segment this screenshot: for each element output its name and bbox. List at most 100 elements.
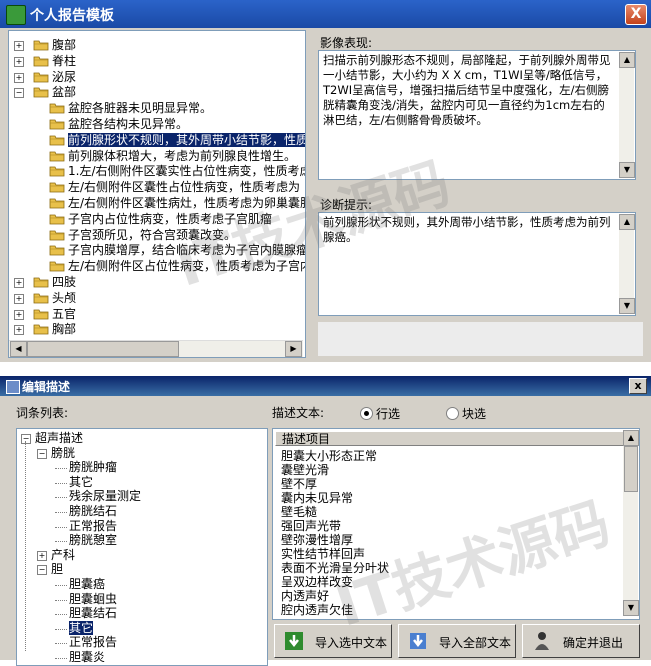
tree-item[interactable]: 膀胱结石	[69, 504, 117, 519]
tree-connector-line	[55, 614, 67, 616]
row-select-radio[interactable]	[360, 407, 373, 420]
tree-expander-icon[interactable]: −	[37, 565, 47, 576]
list-item[interactable]: 壁弥漫性增厚	[281, 533, 353, 547]
tree-item-label: 四肢	[52, 275, 77, 289]
tree-category-item[interactable]: 四肢	[33, 274, 76, 290]
tree-item-label: 前列腺体积增大，考虑为前列腺良性增生。	[68, 148, 297, 163]
term-tree[interactable]: − 超声描述 − 膀胱 膀胱肿瘤 其它 残余尿量测定 膀胱结石 正常报告 膀胱憩室 + 产科 − 胆胆囊癌…	[16, 428, 268, 666]
list-item[interactable]: 内透声好	[281, 589, 329, 603]
tree-item[interactable]: 正常报告	[69, 519, 117, 534]
imaging-textarea[interactable]: 扫描示前列腺形态不规则，局部隆起，于前列腺外周带见一小结节影，大小约为 X X …	[318, 50, 636, 180]
tree-item-label: 子宫内膜增厚，结合临床考虑为子宫内膜腺瘤	[68, 243, 306, 258]
tree-item[interactable]: 超声描述	[35, 431, 83, 446]
tree-template-item[interactable]: 盆腔各结构未见异常。	[49, 116, 188, 132]
tree-template-item[interactable]: 子宫内占位性病变，性质考虑子宫肌瘤	[49, 211, 272, 227]
import-all-button[interactable]: 导入全部文本	[398, 624, 516, 658]
import-arrow-icon	[285, 632, 303, 650]
list-item[interactable]: 壁毛糙	[281, 505, 317, 519]
tree-item[interactable]: 胆	[51, 562, 63, 577]
tree-expander-icon[interactable]: +	[14, 41, 24, 51]
imaging-scrollbar[interactable]: ▲ ▼	[619, 52, 635, 178]
tree-item[interactable]: 胆囊蛔虫	[69, 592, 117, 607]
tree-template-item[interactable]: 左/右侧附件区囊性病灶，性质考虑为卵巢囊肌	[49, 195, 305, 211]
close-button[interactable]: x	[629, 378, 647, 394]
folder-icon	[49, 213, 65, 225]
list-item[interactable]: 强回声光带	[281, 519, 341, 533]
list-item[interactable]: 囊壁光滑	[281, 463, 329, 477]
scroll-thumb[interactable]	[624, 446, 638, 492]
tree-item[interactable]: 胆囊结石	[69, 606, 117, 621]
tree-item[interactable]: 膀胱	[51, 446, 75, 461]
tree-template-item[interactable]: 前列腺形状不规则，其外周带小结节影，性质	[49, 132, 305, 148]
import-selected-button[interactable]: 导入选中文本	[274, 624, 392, 658]
tree-template-item[interactable]: 子宫颈所见，符合宫颈囊改变。	[49, 227, 236, 243]
list-item[interactable]: 壁不厚	[281, 477, 317, 491]
diagnosis-label: 诊断提示:	[320, 198, 373, 212]
tree-expander-icon[interactable]: +	[14, 56, 24, 67]
scroll-down-icon[interactable]: ▼	[623, 600, 639, 616]
tree-template-item[interactable]: 前列腺体积增大，考虑为前列腺良性增生。	[49, 148, 296, 164]
close-button[interactable]: X	[625, 4, 647, 25]
tree-item-label: 膀胱	[51, 445, 76, 460]
tree-category-item[interactable]: 五官	[33, 306, 76, 322]
diagnosis-scrollbar[interactable]: ▲ ▼	[619, 214, 635, 314]
tree-item-label: 正常报告	[69, 518, 118, 533]
tree-connector-line	[55, 541, 67, 543]
tree-category-item[interactable]: 头颅	[33, 290, 76, 306]
tree-expander-icon[interactable]: +	[14, 293, 24, 304]
tree-category-item[interactable]: 盆部	[33, 84, 76, 100]
tree-item[interactable]: 膀胱肿瘤	[69, 460, 117, 475]
tree-item[interactable]: 胆囊炎	[69, 650, 105, 665]
scroll-down-icon[interactable]: ▼	[619, 162, 635, 178]
tree-expander-icon[interactable]: +	[14, 309, 24, 320]
user-exit-icon	[535, 632, 549, 650]
scroll-up-icon[interactable]: ▲	[623, 430, 639, 446]
confirm-exit-button[interactable]: 确定并退出	[522, 624, 640, 658]
block-select-radio[interactable]	[446, 407, 459, 420]
list-item[interactable]: 囊内未见异常	[281, 491, 353, 505]
scroll-left-icon[interactable]: ◀	[10, 341, 27, 357]
tree-category-item[interactable]: 腹部	[33, 37, 76, 53]
description-list[interactable]: 描述项目 胆囊大小形态正常 囊壁光滑 壁不厚 囊内未见异常 壁毛糙 强回声光带 壁弥漫性增厚…	[272, 428, 640, 620]
tree-expander-icon[interactable]: −	[37, 448, 47, 459]
tree-template-item[interactable]: 左/右侧附件区囊性占位性病变，性质考虑为	[49, 179, 300, 195]
scroll-up-icon[interactable]: ▲	[619, 52, 635, 68]
list-item[interactable]: 实性结节样回声	[281, 547, 365, 561]
tree-item-label: 残余尿量测定	[69, 489, 142, 504]
tree-category-item[interactable]: 脊柱	[33, 53, 76, 69]
tree-template-item[interactable]: 1.左/右侧附件区囊实性占位性病变，性质考虑	[49, 163, 305, 179]
list-item[interactable]: 呈双边样改变	[281, 575, 353, 589]
scroll-thumb[interactable]	[27, 341, 179, 357]
tree-item[interactable]: 产科	[51, 548, 75, 563]
tree-expander-icon[interactable]: −	[14, 88, 24, 99]
tree-expander-icon[interactable]: +	[14, 278, 24, 288]
tree-expander-icon[interactable]: −	[21, 434, 31, 444]
tree-template-item[interactable]: 盆腔各脏器未见明显异常。	[49, 100, 212, 116]
tree-category-item[interactable]: 胸部	[33, 321, 76, 337]
tree-item[interactable]: 膀胱憩室	[69, 533, 117, 548]
tree-item[interactable]: 其它	[69, 475, 93, 490]
tree-item[interactable]: 残余尿量测定	[69, 489, 141, 504]
tree-category-item[interactable]: 泌尿	[33, 69, 76, 85]
tree-template-item[interactable]: 子宫内膜增厚，结合临床考虑为子宫内膜腺瘤	[49, 242, 306, 258]
scroll-right-icon[interactable]: ▶	[285, 341, 302, 357]
tree-template-item[interactable]: 左/右侧附件区占位性病变，性质考虑为子宫内	[49, 258, 305, 274]
tree-item[interactable]: 正常报告	[69, 635, 117, 650]
template-tree[interactable]: + 腹部 + 脊柱 + 泌尿 − 盆部 盆腔各脏器未见明显异常。 盆腔各结构未见异常。 前列腺形状不…	[8, 30, 306, 358]
list-header[interactable]: 描述项目	[275, 431, 625, 446]
tree-expander-icon[interactable]: +	[14, 325, 24, 336]
scroll-down-icon[interactable]: ▼	[619, 298, 635, 314]
tree-item-label: 产科	[51, 547, 76, 562]
scroll-up-icon[interactable]: ▲	[619, 214, 635, 230]
list-item[interactable]: 腔内透声欠佳	[281, 603, 353, 617]
tree-item-label: 胆囊癌	[69, 577, 106, 591]
tree-item[interactable]: 其它	[67, 619, 95, 636]
tree-item[interactable]: 胆囊癌	[69, 577, 105, 592]
tree-horizontal-scrollbar[interactable]: ◀ ▶	[9, 340, 303, 357]
diagnosis-textarea[interactable]: 前列腺形状不规则，其外周带小结节影，性质考虑为前列腺癌。 ▲ ▼	[318, 212, 636, 316]
list-item[interactable]: 表面不光滑呈分叶状	[281, 561, 389, 575]
list-item[interactable]: 胆囊大小形态正常	[281, 449, 377, 463]
list-scrollbar[interactable]: ▲ ▼	[623, 430, 639, 616]
tree-expander-icon[interactable]: +	[37, 550, 47, 561]
tree-expander-icon[interactable]: +	[14, 72, 24, 83]
